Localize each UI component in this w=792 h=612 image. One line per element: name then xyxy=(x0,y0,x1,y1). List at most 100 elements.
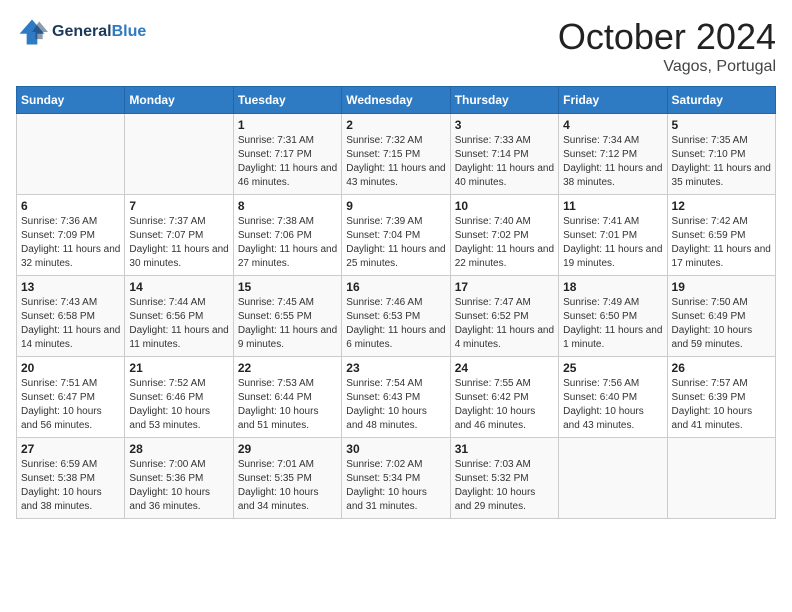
day-info: Sunrise: 7:54 AM Sunset: 6:43 PM Dayligh… xyxy=(346,377,445,433)
day-info: Sunrise: 6:59 AM Sunset: 5:38 PM Dayligh… xyxy=(21,458,120,514)
week-row-5: 27 Sunrise: 6:59 AM Sunset: 5:38 PM Dayli… xyxy=(17,438,776,519)
day-number: 12 xyxy=(672,199,771,213)
day-info: Sunrise: 7:56 AM Sunset: 6:40 PM Dayligh… xyxy=(563,377,662,433)
day-number: 24 xyxy=(455,361,554,375)
header-sunday: Sunday xyxy=(17,87,125,114)
week-row-4: 20 Sunrise: 7:51 AM Sunset: 6:47 PM Dayli… xyxy=(17,357,776,438)
day-info: Sunrise: 7:52 AM Sunset: 6:46 PM Dayligh… xyxy=(129,377,228,433)
day-cell: 30 Sunrise: 7:02 AM Sunset: 5:34 PM Dayli… xyxy=(342,438,450,519)
day-cell: 8 Sunrise: 7:38 AM Sunset: 7:06 PM Daylig… xyxy=(233,195,341,276)
day-cell: 20 Sunrise: 7:51 AM Sunset: 6:47 PM Dayli… xyxy=(17,357,125,438)
day-number: 25 xyxy=(563,361,662,375)
day-cell: 23 Sunrise: 7:54 AM Sunset: 6:43 PM Dayli… xyxy=(342,357,450,438)
day-number: 4 xyxy=(563,118,662,132)
day-number: 31 xyxy=(455,442,554,456)
day-cell: 9Sunrise: 7:39 AM Sunset: 7:04 PM Daylig… xyxy=(342,195,450,276)
day-cell: 5 Sunrise: 7:35 AM Sunset: 7:10 PM Daylig… xyxy=(667,114,775,195)
day-number: 28 xyxy=(129,442,228,456)
day-info: Sunrise: 7:39 AM Sunset: 7:04 PM Dayligh… xyxy=(346,215,445,271)
day-cell: 1 Sunrise: 7:31 AM Sunset: 7:17 PM Daylig… xyxy=(233,114,341,195)
day-cell: 12 Sunrise: 7:42 AM Sunset: 6:59 PM Dayli… xyxy=(667,195,775,276)
day-number: 2 xyxy=(346,118,445,132)
week-row-2: 6 Sunrise: 7:36 AM Sunset: 7:09 PM Daylig… xyxy=(17,195,776,276)
header-wednesday: Wednesday xyxy=(342,87,450,114)
week-row-3: 13 Sunrise: 7:43 AM Sunset: 6:58 PM Dayli… xyxy=(17,276,776,357)
day-info: Sunrise: 7:53 AM Sunset: 6:44 PM Dayligh… xyxy=(238,377,337,433)
day-cell: 26 Sunrise: 7:57 AM Sunset: 6:39 PM Dayli… xyxy=(667,357,775,438)
location-subtitle: Vagos, Portugal xyxy=(558,58,776,76)
day-info: Sunrise: 7:35 AM Sunset: 7:10 PM Dayligh… xyxy=(672,134,771,190)
day-cell: 29 Sunrise: 7:01 AM Sunset: 5:35 PM Dayli… xyxy=(233,438,341,519)
day-info: Sunrise: 7:38 AM Sunset: 7:06 PM Dayligh… xyxy=(238,215,337,271)
page-header: GeneralBlue October 2024 Vagos, Portugal xyxy=(16,16,776,76)
day-number: 3 xyxy=(455,118,554,132)
day-info: Sunrise: 7:01 AM Sunset: 5:35 PM Dayligh… xyxy=(238,458,337,514)
day-cell: 28 Sunrise: 7:00 AM Sunset: 5:36 PM Dayli… xyxy=(125,438,233,519)
day-cell: 19 Sunrise: 7:50 AM Sunset: 6:49 PM Dayli… xyxy=(667,276,775,357)
day-cell: 25 Sunrise: 7:56 AM Sunset: 6:40 PM Dayli… xyxy=(559,357,667,438)
day-number: 26 xyxy=(672,361,771,375)
header-friday: Friday xyxy=(559,87,667,114)
day-info: Sunrise: 7:43 AM Sunset: 6:58 PM Dayligh… xyxy=(21,296,120,352)
day-cell xyxy=(559,438,667,519)
day-info: Sunrise: 7:36 AM Sunset: 7:09 PM Dayligh… xyxy=(21,215,120,271)
day-cell xyxy=(17,114,125,195)
day-number: 20 xyxy=(21,361,120,375)
header-monday: Monday xyxy=(125,87,233,114)
day-info: Sunrise: 7:51 AM Sunset: 6:47 PM Dayligh… xyxy=(21,377,120,433)
day-number: 1 xyxy=(238,118,337,132)
day-cell: 27 Sunrise: 6:59 AM Sunset: 5:38 PM Dayli… xyxy=(17,438,125,519)
day-cell: 11 Sunrise: 7:41 AM Sunset: 7:01 PM Dayli… xyxy=(559,195,667,276)
day-number: 15 xyxy=(238,280,337,294)
day-number: 18 xyxy=(563,280,662,294)
day-info: Sunrise: 7:00 AM Sunset: 5:36 PM Dayligh… xyxy=(129,458,228,514)
day-number: 14 xyxy=(129,280,228,294)
day-info: Sunrise: 7:57 AM Sunset: 6:39 PM Dayligh… xyxy=(672,377,771,433)
day-cell: 18Sunrise: 7:49 AM Sunset: 6:50 PM Dayli… xyxy=(559,276,667,357)
day-info: Sunrise: 7:44 AM Sunset: 6:56 PM Dayligh… xyxy=(129,296,228,352)
day-cell: 10Sunrise: 7:40 AM Sunset: 7:02 PM Dayli… xyxy=(450,195,558,276)
day-number: 17 xyxy=(455,280,554,294)
calendar-table: SundayMondayTuesdayWednesdayThursdayFrid… xyxy=(16,86,776,519)
week-row-1: 1 Sunrise: 7:31 AM Sunset: 7:17 PM Daylig… xyxy=(17,114,776,195)
day-cell: 16 Sunrise: 7:46 AM Sunset: 6:53 PM Dayli… xyxy=(342,276,450,357)
day-cell: 2Sunrise: 7:32 AM Sunset: 7:15 PM Daylig… xyxy=(342,114,450,195)
day-cell: 14 Sunrise: 7:44 AM Sunset: 6:56 PM Dayli… xyxy=(125,276,233,357)
day-info: Sunrise: 7:33 AM Sunset: 7:14 PM Dayligh… xyxy=(455,134,554,190)
day-cell: 24Sunrise: 7:55 AM Sunset: 6:42 PM Dayli… xyxy=(450,357,558,438)
title-area: October 2024 Vagos, Portugal xyxy=(558,16,776,76)
calendar-header-row: SundayMondayTuesdayWednesdayThursdayFrid… xyxy=(17,87,776,114)
day-number: 11 xyxy=(563,199,662,213)
day-number: 6 xyxy=(21,199,120,213)
day-number: 19 xyxy=(672,280,771,294)
day-cell: 4 Sunrise: 7:34 AM Sunset: 7:12 PM Daylig… xyxy=(559,114,667,195)
day-number: 13 xyxy=(21,280,120,294)
day-number: 30 xyxy=(346,442,445,456)
day-number: 16 xyxy=(346,280,445,294)
day-info: Sunrise: 7:46 AM Sunset: 6:53 PM Dayligh… xyxy=(346,296,445,352)
day-number: 27 xyxy=(21,442,120,456)
day-number: 8 xyxy=(238,199,337,213)
day-info: Sunrise: 7:41 AM Sunset: 7:01 PM Dayligh… xyxy=(563,215,662,271)
day-number: 5 xyxy=(672,118,771,132)
day-cell: 7 Sunrise: 7:37 AM Sunset: 7:07 PM Daylig… xyxy=(125,195,233,276)
day-info: Sunrise: 7:03 AM Sunset: 5:32 PM Dayligh… xyxy=(455,458,554,514)
day-number: 22 xyxy=(238,361,337,375)
day-info: Sunrise: 7:45 AM Sunset: 6:55 PM Dayligh… xyxy=(238,296,337,352)
header-tuesday: Tuesday xyxy=(233,87,341,114)
logo: GeneralBlue xyxy=(16,16,146,48)
day-number: 7 xyxy=(129,199,228,213)
day-info: Sunrise: 7:31 AM Sunset: 7:17 PM Dayligh… xyxy=(238,134,337,190)
day-info: Sunrise: 7:34 AM Sunset: 7:12 PM Dayligh… xyxy=(563,134,662,190)
day-info: Sunrise: 7:50 AM Sunset: 6:49 PM Dayligh… xyxy=(672,296,771,352)
day-number: 23 xyxy=(346,361,445,375)
day-info: Sunrise: 7:40 AM Sunset: 7:02 PM Dayligh… xyxy=(455,215,554,271)
day-info: Sunrise: 7:42 AM Sunset: 6:59 PM Dayligh… xyxy=(672,215,771,271)
day-number: 21 xyxy=(129,361,228,375)
day-number: 29 xyxy=(238,442,337,456)
day-info: Sunrise: 7:02 AM Sunset: 5:34 PM Dayligh… xyxy=(346,458,445,514)
day-cell: 22 Sunrise: 7:53 AM Sunset: 6:44 PM Dayli… xyxy=(233,357,341,438)
day-info: Sunrise: 7:37 AM Sunset: 7:07 PM Dayligh… xyxy=(129,215,228,271)
day-cell: 15 Sunrise: 7:45 AM Sunset: 6:55 PM Dayli… xyxy=(233,276,341,357)
month-title: October 2024 xyxy=(558,16,776,58)
